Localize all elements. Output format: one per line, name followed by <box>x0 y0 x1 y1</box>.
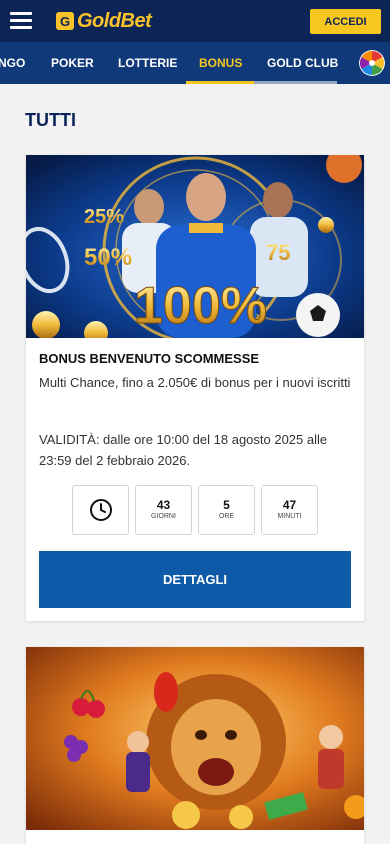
promo-title: BONUS BENVENUTO SCOMMESSE <box>39 351 260 366</box>
logo-mark: G <box>56 12 74 30</box>
logo-text: GoldBet <box>77 9 152 32</box>
top-bar: G GoldBet ACCEDI <box>0 0 390 42</box>
badge-100: 100% <box>134 277 267 335</box>
countdown-days-label: GIORNI <box>151 513 176 520</box>
details-button[interactable]: DETTAGLI <box>39 551 351 608</box>
menu-icon[interactable] <box>10 12 32 30</box>
countdown-minutes-value: 47 <box>282 498 297 512</box>
nav-item-lotterie[interactable]: LOTTERIE <box>118 42 177 84</box>
countdown-days: 43 GIORNI <box>135 485 192 535</box>
promo-card-2[interactable] <box>26 647 364 844</box>
promo-card[interactable]: 25% 50% 75 100% BONUS BENVENUTO SCOMMESS… <box>26 155 364 621</box>
nav-item-bingo[interactable]: NGO <box>0 42 25 84</box>
tab-scroll-indicator <box>254 81 337 84</box>
nav-item-bonus[interactable]: BONUS <box>199 42 242 84</box>
section-title: TUTTI <box>25 110 76 130</box>
nav-item-gold-club[interactable]: GOLD CLUB <box>267 42 338 84</box>
badge-25: 25% <box>84 206 124 228</box>
countdown-clock-box <box>72 485 129 535</box>
brand-logo[interactable]: G GoldBet <box>56 9 152 32</box>
countdown-hours: 5 ORE <box>198 485 255 535</box>
countdown-minutes-label: MINUTI <box>277 513 302 520</box>
category-nav: NGO POKER LOTTERIE BONUS GOLD CLUB <box>0 42 390 84</box>
clock-icon <box>90 499 112 521</box>
nav-item-poker[interactable]: POKER <box>51 42 94 84</box>
badge-50: 50% <box>84 244 132 271</box>
promo-banner-image-2 <box>26 647 364 830</box>
promo-banner-image: 25% 50% 75 100% <box>26 155 364 338</box>
countdown-minutes: 47 MINUTI <box>261 485 318 535</box>
promo-validity: VALIDITÀ: dalle ore 10:00 del 18 agosto … <box>39 432 328 468</box>
countdown-hours-value: 5 <box>223 498 230 512</box>
countdown-hours-label: ORE <box>218 513 235 520</box>
prize-wheel-icon[interactable] <box>359 50 385 76</box>
login-button[interactable]: ACCEDI <box>310 9 381 34</box>
badge-75: 75 <box>266 240 290 265</box>
countdown-days-value: 43 <box>156 498 171 512</box>
active-tab-indicator <box>186 81 254 84</box>
promo-description: Multi Chance, fino a 2.050€ di bonus per… <box>39 375 351 390</box>
